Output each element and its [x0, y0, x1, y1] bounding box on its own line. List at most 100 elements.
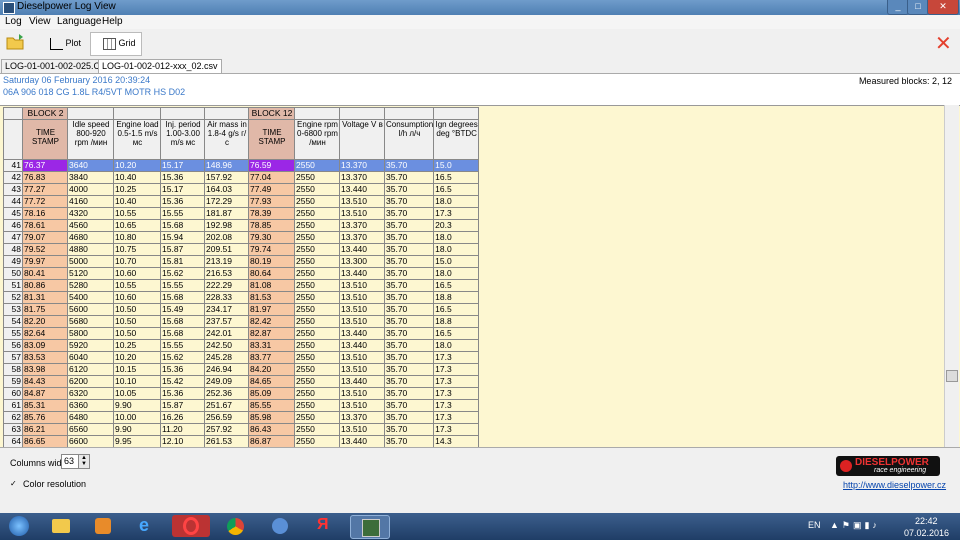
- menu-view[interactable]: View: [29, 16, 51, 27]
- taskbar-opera[interactable]: [172, 515, 210, 537]
- taskbar-chrome[interactable]: [216, 515, 254, 537]
- table-row[interactable]: 61 85.31 6360 9.90 15.87 251.67 85.55 2550 13.51…: [3, 399, 480, 412]
- close-button[interactable]: ✕: [927, 0, 959, 15]
- row-number[interactable]: 61: [3, 399, 23, 412]
- taskbar-explorer[interactable]: [42, 515, 80, 537]
- plot-button[interactable]: Plot: [50, 33, 86, 53]
- row-number[interactable]: 52: [3, 291, 23, 304]
- taskbar-audio[interactable]: [260, 515, 298, 537]
- row-number[interactable]: 42: [3, 171, 23, 184]
- row-number[interactable]: 47: [3, 231, 23, 244]
- table-row[interactable]: 44 77.72 4160 10.40 15.36 172.29 77.93 2550 13.5…: [3, 195, 480, 208]
- row-number[interactable]: 53: [3, 303, 23, 316]
- menu-language[interactable]: Language: [57, 16, 102, 27]
- columns-width-stepper[interactable]: ▲ ▼: [78, 454, 90, 469]
- website-link[interactable]: http://www.dieselpower.cz: [843, 480, 946, 490]
- vertical-scrollbar[interactable]: [944, 105, 959, 447]
- clock-date[interactable]: 07.02.2016: [904, 528, 949, 538]
- row-number[interactable]: 54: [3, 315, 23, 328]
- taskbar-logview[interactable]: [350, 515, 390, 539]
- row-number[interactable]: 56: [3, 339, 23, 352]
- table-row[interactable]: 53 81.75 5600 10.50 15.49 234.17 81.97 2550 13.5…: [3, 303, 480, 316]
- row-number[interactable]: 62: [3, 411, 23, 424]
- column-header[interactable]: Engine rpm 0-6800 rpm /мин: [294, 119, 340, 160]
- grid-cell: 6320: [67, 387, 114, 400]
- grid-cell: 81.75: [22, 303, 68, 316]
- row-number[interactable]: 63: [3, 423, 23, 436]
- row-number[interactable]: 51: [3, 279, 23, 292]
- column-header[interactable]: Consumption l/h л/ч: [383, 119, 435, 160]
- row-number[interactable]: 59: [3, 375, 23, 388]
- row-number[interactable]: 45: [3, 207, 23, 220]
- table-row[interactable]: 46 78.61 4560 10.65 15.68 192.98 78.85 2550 13.3…: [3, 219, 480, 232]
- grid-button[interactable]: Grid: [90, 32, 142, 56]
- table-row[interactable]: 56 83.09 5920 10.25 15.55 242.50 83.31 2550 13.4…: [3, 339, 480, 352]
- row-number[interactable]: 49: [3, 255, 23, 268]
- table-row[interactable]: 41 76.37 3640 10.20 15.17 148.96 76.59 2550 13.3…: [3, 159, 480, 172]
- table-row[interactable]: 42 76.83 3840 10.40 15.36 157.92 77.04 2550 13.3…: [3, 171, 480, 184]
- columns-width-input[interactable]: 63: [61, 454, 79, 469]
- taskbar-yandex[interactable]: Я: [304, 515, 342, 537]
- table-row[interactable]: 48 79.52 4880 10.75 15.87 209.51 79.74 2550 13.4…: [3, 243, 480, 256]
- row-number[interactable]: 44: [3, 195, 23, 208]
- column-header[interactable]: Inj. period 1.00-3.00 m/s мс: [160, 119, 205, 160]
- table-row[interactable]: 58 83.98 6120 10.15 15.36 246.94 84.20 2550 13.5…: [3, 363, 480, 376]
- grid-cell: 261.53: [204, 435, 249, 448]
- grid-cell: 11.20: [160, 423, 205, 436]
- menu-log[interactable]: Log: [5, 16, 22, 27]
- tray-lang[interactable]: EN: [808, 520, 821, 530]
- grid-cell: 251.67: [204, 399, 249, 412]
- start-button[interactable]: [2, 515, 36, 537]
- table-row[interactable]: 59 84.43 6200 10.10 15.42 249.09 84.65 2550 13.4…: [3, 375, 480, 388]
- close-log-button[interactable]: ✕: [935, 33, 955, 55]
- row-number[interactable]: 41: [3, 159, 23, 172]
- grid-cell: 6600: [67, 435, 114, 448]
- table-row[interactable]: 64 86.65 6600 9.95 12.10 261.53 86.87 2550 13.44…: [3, 435, 480, 448]
- grid-cell: 81.08: [248, 279, 295, 292]
- row-number[interactable]: 50: [3, 267, 23, 280]
- tab-log-2[interactable]: LOG-01-002-012-xxx_02.csv: [98, 59, 222, 73]
- grid-cell: 13.440: [339, 339, 385, 352]
- table-row[interactable]: 54 82.20 5680 10.50 15.68 237.57 82.42 2550 13.5…: [3, 315, 480, 328]
- table-row[interactable]: 43 77.27 4000 10.25 15.17 164.03 77.49 2550 13.4…: [3, 183, 480, 196]
- grid-cell: 81.97: [248, 303, 295, 316]
- table-row[interactable]: 60 84.87 6320 10.05 15.36 252.36 85.09 2550 13.5…: [3, 387, 480, 400]
- table-row[interactable]: 52 81.31 5400 10.60 15.68 228.33 81.53 2550 13.5…: [3, 291, 480, 304]
- column-header[interactable]: Idle speed 800-920 rpm /мин: [67, 119, 114, 160]
- table-row[interactable]: 51 80.86 5280 10.55 15.55 222.29 81.08 2550 13.5…: [3, 279, 480, 292]
- column-header[interactable]: TIME STAMP: [248, 119, 295, 160]
- open-folder-button[interactable]: [6, 33, 30, 53]
- grid-cell: 5120: [67, 267, 114, 280]
- row-number[interactable]: 46: [3, 219, 23, 232]
- row-number[interactable]: 57: [3, 351, 23, 364]
- column-header[interactable]: Ign degrees deg °BTDC: [433, 119, 480, 160]
- grid-cell: 17.3: [433, 207, 480, 220]
- menu-help[interactable]: Help: [102, 16, 123, 27]
- table-row[interactable]: 50 80.41 5120 10.60 15.62 216.53 80.64 2550 13.4…: [3, 267, 480, 280]
- row-number[interactable]: 58: [3, 363, 23, 376]
- table-row[interactable]: 57 83.53 6040 10.20 15.62 245.28 83.77 2550 13.5…: [3, 351, 480, 364]
- table-row[interactable]: 45 78.16 4320 10.55 15.55 181.87 78.39 2550 13.5…: [3, 207, 480, 220]
- table-row[interactable]: 47 79.07 4680 10.80 15.94 202.08 79.30 2550 13.3…: [3, 231, 480, 244]
- table-row[interactable]: 55 82.64 5800 10.50 15.68 242.01 82.87 2550 13.4…: [3, 327, 480, 340]
- table-row[interactable]: 49 79.97 5000 10.70 15.81 213.19 80.19 2550 13.3…: [3, 255, 480, 268]
- row-number[interactable]: 48: [3, 243, 23, 256]
- row-number[interactable]: 55: [3, 327, 23, 340]
- tray-icons[interactable]: ▲⚑▣▮♪: [830, 520, 880, 531]
- taskbar-ie[interactable]: e: [128, 515, 166, 537]
- row-number[interactable]: 43: [3, 183, 23, 196]
- table-row[interactable]: 62 85.76 6480 10.00 16.26 256.59 85.98 2550 13.3…: [3, 411, 480, 424]
- clock-time[interactable]: 22:42: [915, 516, 938, 526]
- row-number[interactable]: 60: [3, 387, 23, 400]
- column-header[interactable]: Engine load 0.5-1.5 m/s мс: [113, 119, 161, 160]
- scroll-thumb[interactable]: [946, 370, 958, 382]
- taskbar-media[interactable]: [84, 515, 122, 537]
- column-header[interactable]: Air mass in 1.8-4 g/s г/с: [204, 119, 249, 160]
- table-row[interactable]: 63 86.21 6560 9.90 11.20 257.92 86.43 2550 13.51…: [3, 423, 480, 436]
- minimize-button[interactable]: _: [887, 0, 909, 15]
- column-header[interactable]: Voltage V в: [339, 119, 385, 160]
- maximize-button[interactable]: □: [907, 0, 929, 15]
- color-resolution-checkbox[interactable]: ✓: [10, 479, 19, 488]
- column-header[interactable]: TIME STAMP: [22, 119, 68, 160]
- row-number[interactable]: 64: [3, 435, 23, 448]
